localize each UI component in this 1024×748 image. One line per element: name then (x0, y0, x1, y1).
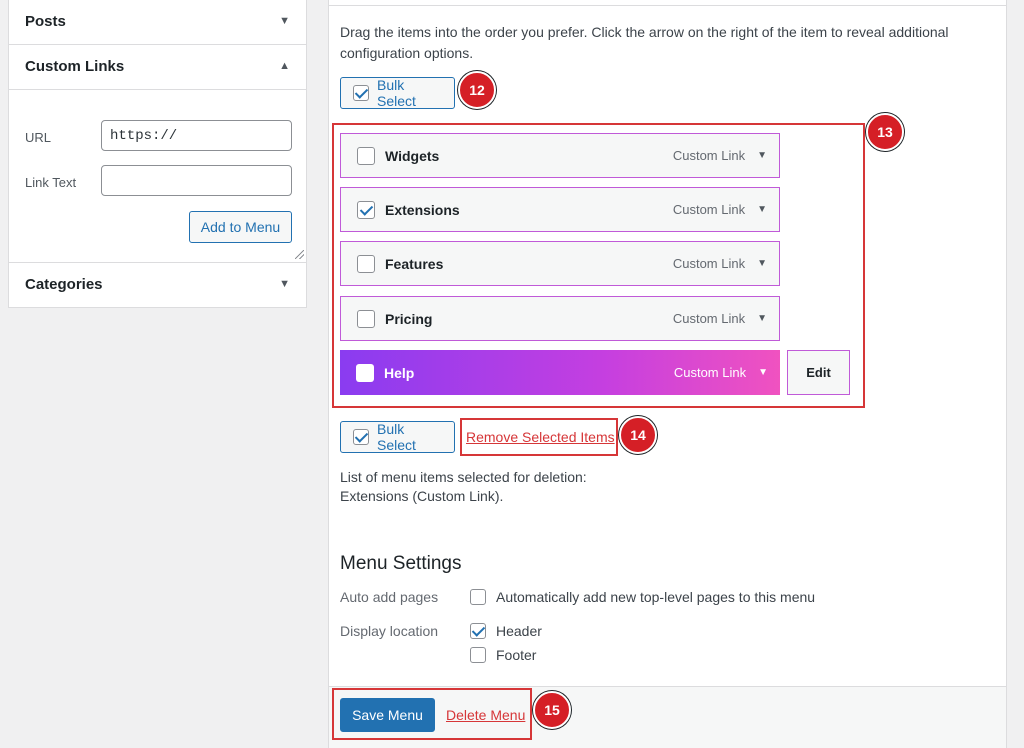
menu-item-type: Custom Link (672, 148, 746, 163)
annotation-badge-15: 15 (533, 691, 571, 729)
save-menu-button[interactable]: Save Menu (340, 698, 435, 732)
annotation-badge-13: 13 (866, 113, 904, 151)
bulk-select-button[interactable]: Bulk Select (340, 421, 455, 453)
item-checkbox[interactable] (357, 200, 375, 219)
bulk-select-label: Bulk Select (377, 77, 416, 109)
menu-item-type: Custom Link (673, 365, 747, 380)
deletion-list-value: Extensions (Custom Link). (340, 488, 504, 504)
delete-menu-link[interactable]: Delete Menu (446, 707, 525, 723)
divider (329, 5, 1006, 6)
menu-item-title: Features (385, 255, 444, 272)
menu-item-type: Custom Link (672, 311, 746, 326)
categories-accordion-header[interactable]: Categories ▼ (9, 262, 306, 307)
posts-accordion-title: Posts (25, 13, 66, 30)
bulk-select-label: Bulk Select (377, 421, 416, 453)
location-header-option[interactable]: Header (470, 623, 542, 639)
annotation-badge-14: 14 (619, 416, 657, 454)
checkbox-checked-icon (353, 85, 369, 101)
location-footer-checkbox[interactable] (470, 647, 486, 663)
auto-add-option-label: Automatically add new top-level pages to… (496, 589, 816, 605)
menu-item[interactable]: Features Custom Link ▼ (340, 241, 780, 286)
url-label: URL (25, 130, 52, 145)
menu-items-sidebar: Posts ▼ Custom Links ▲ URL Link Text Add… (8, 0, 307, 308)
custom-links-accordion-header[interactable]: Custom Links ▲ (9, 45, 306, 90)
menu-item-highlighted[interactable]: Help Custom Link ▼ (340, 350, 780, 395)
categories-accordion-title: Categories (25, 276, 103, 293)
drag-instructions: Drag the items into the order you prefer… (340, 24, 949, 61)
item-checkbox[interactable] (357, 309, 375, 328)
url-input[interactable] (101, 120, 292, 151)
menu-settings-title: Menu Settings (340, 553, 462, 574)
menu-item-title: Help (384, 364, 415, 381)
posts-accordion-header[interactable]: Posts ▼ (9, 0, 306, 45)
item-checkbox[interactable] (356, 363, 374, 382)
menu-item[interactable]: Extensions Custom Link ▼ (340, 187, 780, 232)
menu-item-type: Custom Link (672, 256, 746, 271)
auto-add-checkbox[interactable] (470, 589, 486, 605)
chevron-up-icon[interactable]: ▲ (279, 60, 290, 72)
chevron-down-icon[interactable]: ▼ (757, 150, 767, 161)
chevron-down-icon[interactable]: ▼ (757, 204, 767, 215)
item-checkbox[interactable] (357, 254, 375, 273)
location-header-checkbox[interactable] (470, 623, 486, 639)
chevron-down-icon[interactable]: ▼ (758, 367, 768, 378)
link-text-input[interactable] (101, 165, 292, 196)
menu-item-title: Extensions (385, 201, 460, 218)
menu-item-title: Widgets (385, 147, 440, 164)
menu-item[interactable]: Pricing Custom Link ▼ (340, 296, 780, 341)
auto-add-pages-label: Auto add pages (340, 589, 439, 605)
chevron-down-icon[interactable]: ▼ (757, 258, 767, 269)
location-footer-label: Footer (496, 647, 537, 663)
custom-links-accordion-title: Custom Links (25, 58, 125, 75)
edit-button[interactable]: Edit (787, 350, 850, 395)
resize-handle[interactable] (295, 250, 304, 259)
deletion-list-heading: List of menu items selected for deletion… (340, 469, 587, 485)
display-location-label: Display location (340, 623, 439, 639)
chevron-down-icon[interactable]: ▼ (279, 15, 290, 27)
location-header-label: Header (496, 623, 542, 639)
menu-item[interactable]: Widgets Custom Link ▼ (340, 133, 780, 178)
auto-add-pages-option[interactable]: Automatically add new top-level pages to… (470, 589, 815, 605)
chevron-down-icon[interactable]: ▼ (279, 278, 290, 290)
link-text-label: Link Text (25, 175, 77, 190)
menu-item-type: Custom Link (672, 202, 746, 217)
location-footer-option[interactable]: Footer (470, 647, 536, 663)
item-checkbox[interactable] (357, 146, 375, 165)
chevron-down-icon[interactable]: ▼ (757, 313, 767, 324)
add-to-menu-button[interactable]: Add to Menu (189, 211, 292, 243)
menu-structure-panel: Drag the items into the order you prefer… (328, 0, 1007, 748)
annotation-badge-12: 12 (458, 71, 496, 109)
remove-selected-items-link[interactable]: Remove Selected Items (466, 429, 615, 445)
checkbox-checked-icon (353, 429, 369, 445)
menu-item-title: Pricing (385, 310, 433, 327)
bulk-select-button[interactable]: Bulk Select (340, 77, 455, 109)
